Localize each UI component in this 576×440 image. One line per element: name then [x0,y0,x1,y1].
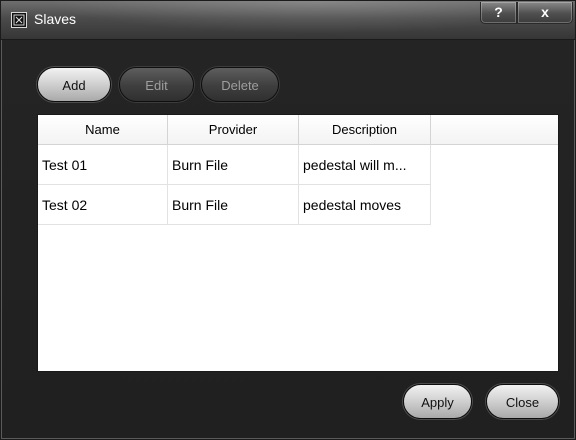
title-bar[interactable]: Slaves ? x [1,1,575,40]
slaves-table[interactable]: Name Provider Description Test 01 Burn F… [37,114,559,372]
help-icon: ? [494,4,503,20]
cell-name: Test 02 [38,185,168,225]
close-button[interactable]: Close [486,384,559,419]
column-header-provider[interactable]: Provider [168,115,299,145]
table-row[interactable]: Test 01 Burn File pedestal will m... [38,145,431,185]
close-icon: x [541,4,549,20]
delete-button[interactable]: Delete [201,67,279,102]
slaves-dialog: Slaves ? x Add Edit Delete Name Provider… [0,0,576,440]
column-header-filler [431,115,558,145]
help-button[interactable]: ? [480,2,517,24]
table-row[interactable]: Test 02 Burn File pedestal moves [38,185,431,225]
table-header: Name Provider Description [38,115,558,145]
column-header-name[interactable]: Name [38,115,168,145]
cell-provider: Burn File [168,185,299,225]
cell-description: pedestal moves [299,185,431,225]
edit-button[interactable]: Edit [119,67,194,102]
cell-provider: Burn File [168,145,299,185]
window-title: Slaves [34,11,77,27]
apply-button[interactable]: Apply [403,384,472,419]
close-window-button[interactable]: x [517,2,573,24]
column-header-description[interactable]: Description [299,115,431,145]
cell-name: Test 01 [38,145,168,185]
add-button[interactable]: Add [37,67,111,102]
app-icon [11,12,27,28]
cell-description: pedestal will m... [299,145,431,185]
